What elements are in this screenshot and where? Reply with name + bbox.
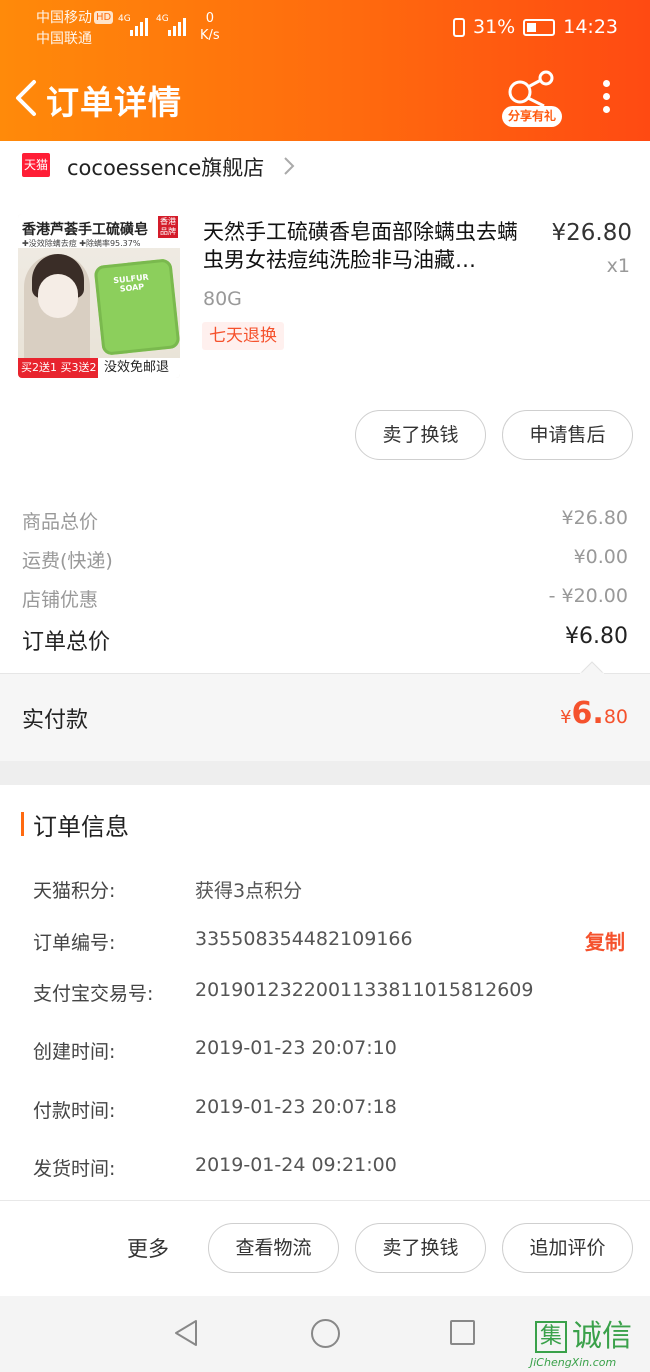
- info-value: 2019-01-23 20:07:18: [195, 1096, 397, 1118]
- back-arrow-icon[interactable]: [12, 78, 40, 118]
- info-key: 创建时间:: [33, 1041, 116, 1063]
- thumb-promo: 买2送1 买3送2: [18, 358, 98, 378]
- signal-2-label: 4G: [156, 14, 169, 24]
- vibrate-icon: [453, 17, 465, 37]
- net-speed: 0 K/s: [200, 10, 220, 44]
- clock: 14:23: [563, 16, 618, 38]
- thumb-subline: ✚没效除螨去痘 ✚除螨率95.37%: [22, 239, 141, 248]
- nav-back-icon[interactable]: [172, 1318, 200, 1348]
- product-price: ¥26.80: [551, 220, 632, 246]
- after-sale-button[interactable]: 申请售后: [502, 410, 633, 460]
- section-divider: [0, 761, 650, 785]
- model-image: [24, 254, 90, 364]
- net-speed-value: 0: [205, 11, 214, 26]
- shipping-value: ¥0.00: [573, 546, 628, 568]
- info-key: 天猫积分:: [33, 880, 116, 902]
- info-value: 2019-01-24 09:21:00: [195, 1154, 397, 1176]
- order-total-row: 订单总价 ¥6.80: [22, 624, 628, 656]
- net-speed-unit: K/s: [200, 28, 220, 43]
- watermark-text: 诚信: [572, 1319, 632, 1354]
- nav-recents-icon[interactable]: [450, 1320, 475, 1345]
- battery-percent: 31%: [473, 16, 516, 38]
- watermark-logo: 集: [535, 1321, 567, 1353]
- more-options-icon[interactable]: [600, 80, 612, 116]
- soap-image: [93, 258, 180, 356]
- info-value: 2019012322001133811015812609: [195, 979, 534, 1001]
- copy-button[interactable]: 复制: [585, 926, 625, 955]
- info-key: 支付宝交易号:: [33, 983, 154, 1005]
- return-policy-tag: 七天退换: [202, 322, 284, 350]
- page-title: 订单详情: [46, 83, 182, 122]
- goods-total-value: ¥26.80: [561, 507, 628, 529]
- header-bar: 中国移动 HD 中国联通 4G 4G 0 K/s 31% 14:23 订单详情 分…: [0, 0, 650, 141]
- nav-home-icon[interactable]: [311, 1319, 340, 1348]
- hd-badge: HD: [94, 11, 114, 24]
- order-total-label: 订单总价: [22, 630, 111, 655]
- shop-row[interactable]: 天猫 cocoessence旗舰店: [0, 141, 650, 191]
- add-review-button[interactable]: 追加评价: [502, 1223, 633, 1273]
- signal-1-icon: [130, 14, 148, 36]
- share-gift-badge[interactable]: 分享有礼: [502, 106, 562, 127]
- paid-label: 实付款: [22, 708, 89, 733]
- section-accent-bar: [21, 812, 24, 836]
- info-key: 订单编号:: [33, 932, 116, 954]
- paid-integer: 6.: [571, 696, 604, 731]
- watermark-url: JiChengXin.com: [530, 1356, 617, 1369]
- order-info-title: 订单信息: [33, 813, 129, 841]
- shipping-row: 运费(快递) ¥0.00: [22, 546, 628, 573]
- shipping-label: 运费(快递): [22, 550, 113, 572]
- more-actions-link[interactable]: 更多: [127, 1233, 169, 1263]
- info-value: 335508354482109166: [195, 928, 413, 950]
- paid-currency: ¥: [560, 707, 572, 728]
- battery-icon: [523, 18, 556, 36]
- info-key: 付款时间:: [33, 1100, 116, 1122]
- paid-amount: ¥6.80: [560, 696, 628, 731]
- carrier-info: 中国移动 HD 中国联通: [36, 8, 114, 50]
- thumb-brand-badge: 香港品牌: [158, 216, 178, 238]
- discount-label: 店铺优惠: [22, 589, 99, 611]
- sell-button[interactable]: 卖了换钱: [355, 410, 486, 460]
- goods-total-row: 商品总价 ¥26.80: [22, 507, 628, 534]
- status-right: 31% 14:23: [453, 16, 618, 38]
- shop-name[interactable]: cocoessence旗舰店: [67, 152, 264, 182]
- view-logistics-button[interactable]: 查看物流: [208, 1223, 339, 1273]
- discount-value: - ¥20.00: [548, 585, 628, 607]
- carrier-2: 中国联通: [36, 31, 92, 47]
- product-thumbnail[interactable]: 香港芦荟手工硫磺皂 ✚没效除螨去痘 ✚除螨率95.37% 香港品牌 买2送1 买…: [18, 214, 180, 378]
- info-key: 发货时间:: [33, 1158, 116, 1180]
- order-total-value: ¥6.80: [565, 624, 628, 649]
- footer-sell-button[interactable]: 卖了换钱: [355, 1223, 486, 1273]
- signal-1-label: 4G: [118, 14, 131, 24]
- product-title[interactable]: 天然手工硫磺香皂面部除螨虫去螨虫男女祛痘纯洗脸非马油藏…: [203, 218, 538, 274]
- goods-total-label: 商品总价: [22, 511, 99, 533]
- info-value: 获得3点积分: [195, 880, 303, 902]
- product-quantity: x1: [606, 255, 630, 277]
- thumb-free-return: 没效免邮退: [104, 360, 170, 375]
- carrier-1: 中国移动: [36, 10, 92, 26]
- tmall-icon: 天猫: [22, 153, 50, 177]
- paid-amount-section: 实付款 ¥6.80: [0, 673, 650, 761]
- caret-up-icon: [580, 661, 604, 674]
- paid-decimal: 80: [603, 706, 628, 728]
- info-value: 2019-01-23 20:07:10: [195, 1037, 397, 1059]
- signal-2-icon: [168, 14, 186, 36]
- chevron-right-icon: [284, 157, 295, 175]
- product-spec: 80G: [203, 288, 242, 310]
- discount-row: 店铺优惠 - ¥20.00: [22, 585, 628, 612]
